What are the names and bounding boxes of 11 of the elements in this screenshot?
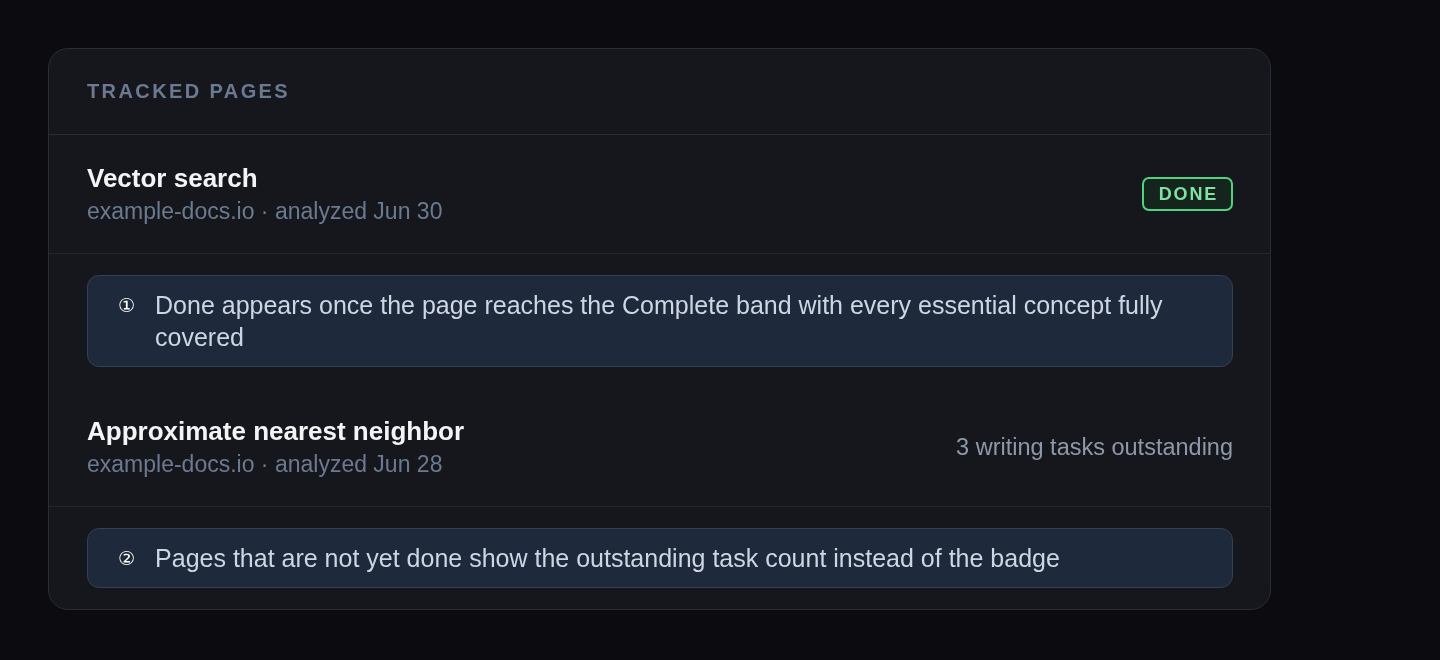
task-count: 3 writing tasks outstanding — [956, 433, 1233, 462]
callout-text: Pages that are not yet done show the outstanding task count instead of the badge — [155, 543, 1060, 574]
callout-marker: ② — [118, 546, 136, 571]
page-title: Approximate nearest neighbor — [87, 415, 465, 447]
page-meta: example-docs.io · analyzed Jun 28 — [87, 450, 444, 479]
section-heading: TRACKED PAGES — [87, 80, 291, 102]
status-badge: DONE — [1141, 177, 1233, 211]
callout-text: Done appears once the page reaches the Complete band with every essential concept fully covered — [155, 290, 1164, 353]
callout-marker: ① — [118, 293, 136, 318]
page-meta: example-docs.io · analyzed Jun 30 — [87, 197, 443, 226]
page-title: Vector search — [87, 162, 259, 194]
